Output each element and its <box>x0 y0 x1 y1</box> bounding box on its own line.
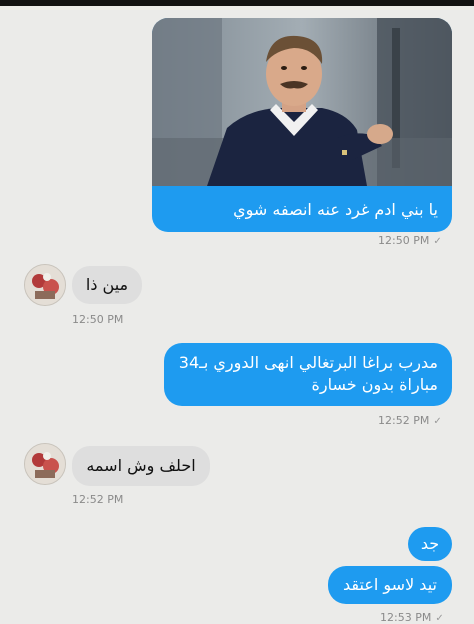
message-timestamp: 12:53 PM ✓ <box>380 611 444 624</box>
message-timestamp: 12:52 PM <box>72 493 124 506</box>
message-timestamp: 12:52 PM ✓ <box>378 414 442 427</box>
user-avatar[interactable] <box>24 443 66 485</box>
message-text-line: مباراة بدون خسارة <box>311 375 438 394</box>
outgoing-message-bubble[interactable]: مدرب براغا البرتغالي انهى الدوري بـ34 مب… <box>164 343 452 406</box>
checkmark-icon: ✓ <box>433 236 442 247</box>
user-avatar[interactable] <box>24 264 66 306</box>
message-text: يا بني ادم غرد عنه انصفه شوي <box>233 200 438 219</box>
message-text: مين ذا <box>85 275 129 294</box>
checkmark-icon: ✓ <box>435 613 444 624</box>
message-text: جد <box>420 534 440 553</box>
outgoing-image-message[interactable]: يا بني ادم غرد عنه انصفه شوي <box>152 18 452 232</box>
outgoing-message-bubble[interactable]: تيد لاسو اعتقد <box>328 566 452 604</box>
message-text: تيد لاسو اعتقد <box>343 575 437 594</box>
outgoing-message-bubble[interactable]: جد <box>408 527 452 561</box>
incoming-message-bubble[interactable]: مين ذا <box>72 266 142 304</box>
message-photo[interactable] <box>152 18 452 186</box>
message-text-line: مدرب براغا البرتغالي انهى الدوري بـ34 <box>178 353 438 372</box>
checkmark-icon: ✓ <box>433 416 442 427</box>
message-timestamp: 12:50 PM <box>72 313 124 326</box>
incoming-message-bubble[interactable]: احلف وش اسمه <box>72 446 210 486</box>
message-text: احلف وش اسمه <box>86 456 196 475</box>
top-edge <box>0 0 474 6</box>
message-timestamp: 12:50 PM ✓ <box>378 234 442 247</box>
